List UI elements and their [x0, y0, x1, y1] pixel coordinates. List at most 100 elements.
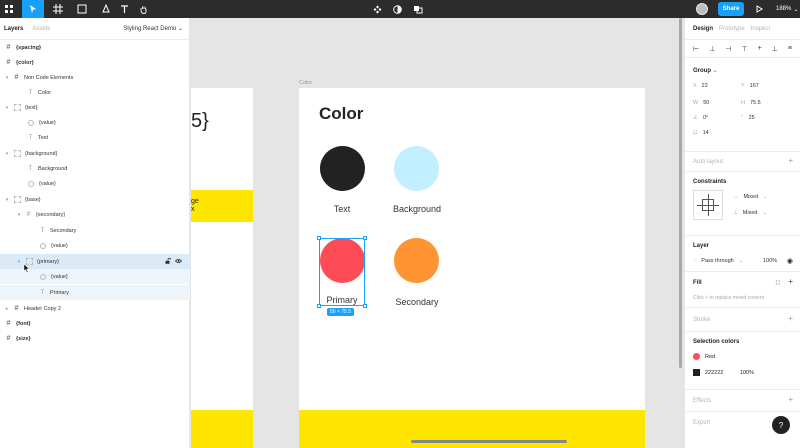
chevron-down-icon[interactable]: ▾ — [4, 197, 10, 203]
layer-item[interactable]: # {spacing} — [0, 40, 190, 55]
tab-inspect[interactable]: Inspect — [751, 26, 770, 32]
layer-item[interactable]: {value} — [0, 115, 190, 130]
layer-item[interactable]: ▾ {base} — [0, 192, 190, 207]
add-effect-icon[interactable]: + — [788, 395, 793, 404]
frame-tool-button[interactable] — [48, 0, 68, 18]
horizontal-constraint-select[interactable]: ↔ Mixed ⌄ — [733, 194, 768, 200]
help-button[interactable]: ? — [772, 416, 790, 434]
radius-field[interactable]: ⌜ 25 — [741, 115, 755, 121]
chevron-down-icon: ⌄ — [738, 258, 744, 264]
frame-label[interactable]: Color — [299, 80, 312, 86]
page-selector[interactable]: Styling React Demo ⌄ — [123, 25, 183, 32]
resize-handle[interactable] — [363, 236, 367, 240]
blend-mode-select[interactable]: ◌ Pass through ⌄ — [693, 258, 743, 264]
neighbor-frame[interactable] — [191, 88, 253, 448]
tab-layers[interactable]: Layers — [4, 26, 23, 32]
chevron-down-icon[interactable]: ▾ — [4, 75, 10, 81]
corner-radius-icon: ⌜ — [741, 115, 744, 121]
share-button[interactable]: Share — [718, 2, 744, 16]
secondary-color-swatch[interactable] — [394, 238, 439, 283]
components-button[interactable] — [371, 0, 383, 18]
red-color-swatch[interactable] — [693, 353, 700, 360]
layer-item[interactable]: T Text — [0, 130, 190, 145]
layer-item[interactable]: T Color — [0, 85, 190, 100]
chevron-down-icon[interactable]: ▾ — [16, 212, 22, 218]
main-menu-button[interactable] — [0, 0, 18, 18]
layer-item[interactable]: ▾ {text} — [0, 100, 190, 115]
rotation-field[interactable]: ∠ 0° — [693, 115, 708, 121]
align-center-icon[interactable]: ⊥ — [709, 45, 715, 53]
layer-name: Background — [38, 165, 68, 172]
align-left-icon[interactable]: ⊢ — [693, 45, 699, 53]
layer-item[interactable]: # {font} — [0, 316, 190, 331]
layer-item[interactable]: {value} — [0, 176, 190, 191]
x-field[interactable]: X 22 — [693, 83, 708, 89]
add-stroke-icon[interactable]: + — [788, 314, 793, 323]
selection-box[interactable] — [319, 238, 365, 306]
zoom-dropdown[interactable]: 188% ⌄ — [776, 0, 798, 18]
move-tool-button[interactable] — [22, 0, 44, 18]
layer-item[interactable]: {value} — [0, 238, 190, 253]
layer-item[interactable]: T Secondary — [0, 223, 190, 238]
unlock-icon[interactable] — [165, 258, 171, 264]
layer-item[interactable]: ▾ # {secondary} — [0, 207, 190, 222]
chevron-down-icon[interactable]: ▾ — [16, 259, 22, 265]
pen-tool-button[interactable] — [96, 0, 116, 18]
y-field[interactable]: Y 167 — [741, 83, 759, 89]
yellow-footer[interactable] — [191, 410, 253, 448]
hand-tool-button[interactable] — [136, 0, 150, 18]
present-button[interactable] — [754, 0, 764, 18]
avatar[interactable] — [696, 3, 708, 15]
chevron-down-icon[interactable]: ▾ — [4, 151, 10, 157]
background-color-swatch[interactable] — [394, 146, 439, 191]
chevron-right-icon[interactable]: ▸ — [4, 306, 10, 312]
opacity-field[interactable]: 100% — [763, 258, 777, 264]
eye-icon[interactable] — [175, 258, 182, 264]
layer-item[interactable]: ▾ {background} — [0, 146, 190, 161]
layer-item[interactable]: T Background — [0, 161, 190, 176]
tab-assets[interactable]: Assets — [32, 26, 50, 32]
layer-section: Layer ◌ Pass through ⌄ 100% ◉ — [685, 236, 800, 272]
align-right-icon[interactable]: ⊣ — [725, 45, 731, 53]
distribute-icon[interactable]: ≡ — [788, 45, 792, 52]
yellow-banner[interactable] — [191, 190, 253, 222]
layer-item[interactable]: T Primary — [0, 285, 190, 300]
vertical-constraint-select[interactable]: ⊥ Mixed ⌄ — [733, 210, 767, 216]
resize-handle[interactable] — [317, 236, 321, 240]
independent-corners-field[interactable]: ⊡ 14 — [693, 130, 709, 136]
add-fill-icon[interactable]: + — [788, 277, 793, 286]
add-icon[interactable]: + — [788, 156, 793, 165]
layer-item[interactable]: # {size} — [0, 331, 190, 346]
frame-icon: # — [6, 59, 11, 66]
w-label: W — [693, 100, 699, 106]
text-color-swatch[interactable] — [320, 146, 365, 191]
shape-tool-button[interactable] — [72, 0, 92, 18]
eye-icon[interactable]: ◉ — [787, 257, 793, 265]
align-top-icon[interactable]: ⊤ — [741, 45, 747, 53]
tab-design[interactable]: Design — [693, 26, 713, 32]
width-field[interactable]: W 50 — [693, 100, 709, 106]
chevron-down-icon: ⌄ — [712, 68, 718, 74]
mask-button[interactable] — [391, 0, 403, 18]
chevron-down-icon[interactable]: ▾ — [4, 105, 10, 111]
resize-handle[interactable] — [317, 304, 321, 308]
vertical-scrollbar[interactable] — [679, 18, 682, 368]
styles-icon[interactable]: ∷ — [776, 279, 780, 287]
layer-item[interactable]: ▸ # Header Copy 2 — [0, 301, 190, 316]
layer-item[interactable]: ▾ # Non Code Elements — [0, 70, 190, 85]
design-canvas[interactable]: 5} ge x Color Color Text Background Prima… — [191, 18, 684, 448]
group-icon — [14, 196, 21, 203]
text-tool-button[interactable] — [118, 0, 130, 18]
height-field[interactable]: H 75.5 — [741, 100, 761, 106]
align-middle-icon[interactable]: + — [758, 45, 762, 52]
layer-item[interactable]: # {color} — [0, 55, 190, 70]
color-frame[interactable]: Color Text Background Primary Secondary … — [299, 88, 645, 448]
resize-handle[interactable] — [363, 304, 367, 308]
align-bottom-icon[interactable]: ⊥ — [772, 45, 778, 53]
constraints-widget[interactable] — [693, 190, 723, 220]
tab-prototype[interactable]: Prototype — [719, 26, 745, 32]
dark-color-swatch[interactable] — [693, 369, 700, 376]
horizontal-scrollbar[interactable] — [411, 440, 567, 443]
boolean-button[interactable] — [410, 0, 428, 18]
fill-hint: Click + to replace mixed content — [693, 295, 765, 301]
